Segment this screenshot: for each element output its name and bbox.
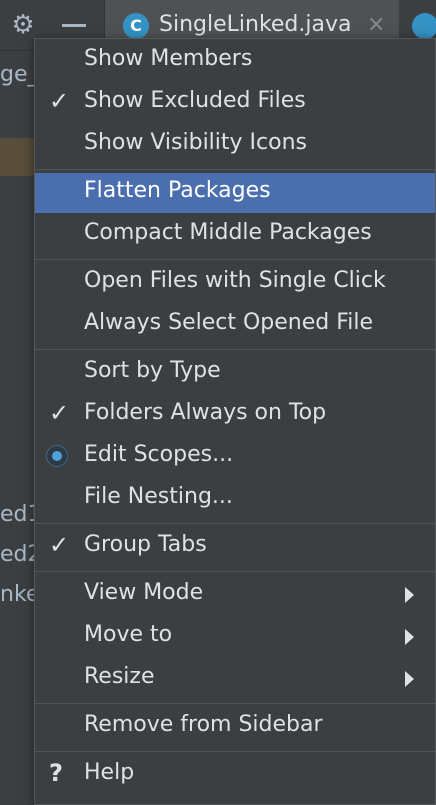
menu-item-label: Remove from Sidebar [84, 712, 323, 737]
menu-separator [35, 349, 435, 350]
class-icon: C [123, 13, 149, 39]
tab-label: SingleLinked.java [159, 12, 352, 37]
menu-item-resize[interactable]: Resize [35, 659, 435, 699]
menu-item-group-tabs[interactable]: ✓ Group Tabs [35, 527, 435, 567]
help-icon: ? [49, 759, 63, 787]
menu-item-sort-by-type[interactable]: Sort by Type [35, 353, 435, 393]
menu-item-remove-from-sidebar[interactable]: Remove from Sidebar [35, 707, 435, 747]
menu-item-label: Sort by Type [84, 358, 221, 383]
minimize-icon[interactable] [62, 24, 86, 27]
tree-item-partial[interactable]: ge_ [0, 62, 39, 87]
menu-separator [35, 703, 435, 704]
menu-item-label: Show Excluded Files [84, 88, 306, 113]
menu-item-view-mode[interactable]: View Mode [35, 575, 435, 615]
menu-item-label: Always Select Opened File [84, 310, 374, 335]
menu-item-label: Resize [84, 664, 155, 689]
menu-item-always-select-opened-file[interactable]: Always Select Opened File [35, 305, 435, 345]
menu-item-label: Edit Scopes... [84, 442, 234, 467]
submenu-arrow-icon [405, 671, 414, 687]
menu-item-compact-middle-packages[interactable]: Compact Middle Packages [35, 215, 435, 255]
menu-item-label: Group Tabs [84, 532, 207, 557]
menu-item-label: Move to [84, 622, 173, 647]
menu-item-show-members[interactable]: Show Members [35, 41, 435, 81]
check-icon: ✓ [48, 399, 70, 427]
menu-separator [35, 571, 435, 572]
menu-item-open-files-single-click[interactable]: Open Files with Single Click [35, 263, 435, 303]
submenu-arrow-icon [405, 587, 414, 603]
submenu-arrow-icon [405, 629, 414, 645]
menu-item-flatten-packages[interactable]: Flatten Packages [35, 173, 435, 213]
menu-item-label: File Nesting... [84, 484, 233, 509]
menu-item-label: View Mode [84, 580, 204, 605]
menu-item-edit-scopes[interactable]: Edit Scopes... [35, 437, 435, 477]
menu-item-file-nesting[interactable]: File Nesting... [35, 479, 435, 519]
menu-item-label: Help [84, 760, 135, 785]
menu-item-label: Show Visibility Icons [84, 130, 307, 155]
menu-separator [35, 523, 435, 524]
menu-item-label: Show Members [84, 46, 253, 71]
menu-item-move-to[interactable]: Move to [35, 617, 435, 657]
class-icon [412, 13, 436, 39]
menu-item-show-visibility-icons[interactable]: Show Visibility Icons [35, 125, 435, 165]
menu-item-label: Open Files with Single Click [84, 268, 386, 293]
menu-separator [35, 259, 435, 260]
options-popup-menu: Show Members ✓ Show Excluded Files Show … [34, 38, 436, 805]
menu-item-label: Flatten Packages [84, 178, 271, 203]
check-icon: ✓ [48, 87, 70, 115]
scopes-icon [46, 445, 68, 467]
menu-separator [35, 169, 435, 170]
check-icon: ✓ [48, 531, 70, 559]
menu-separator [35, 751, 435, 752]
close-icon[interactable]: × [367, 12, 385, 37]
gear-icon[interactable]: ⚙ [8, 10, 38, 40]
menu-item-label: Compact Middle Packages [84, 220, 372, 245]
menu-item-folders-always-on-top[interactable]: ✓ Folders Always on Top [35, 395, 435, 435]
menu-item-show-excluded-files[interactable]: ✓ Show Excluded Files [35, 83, 435, 123]
menu-item-label: Folders Always on Top [84, 400, 327, 425]
menu-item-help[interactable]: ? Help [35, 755, 435, 795]
